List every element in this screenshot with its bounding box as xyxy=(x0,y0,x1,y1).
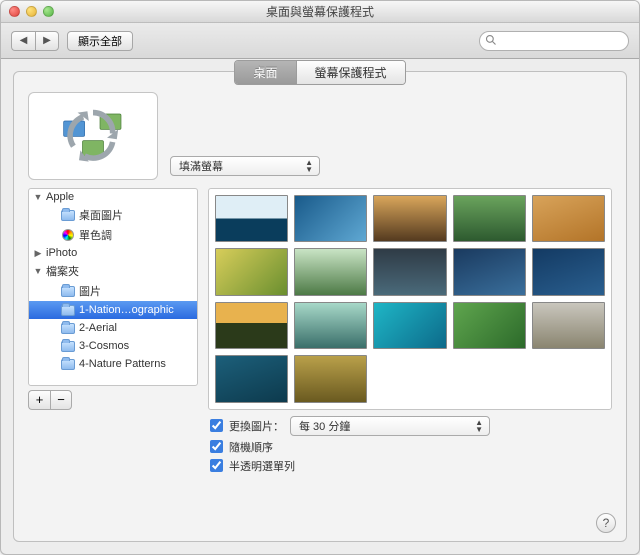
remove-folder-button[interactable]: − xyxy=(50,390,72,410)
translucent-menubar-label: 半透明選單列 xyxy=(229,458,295,474)
forward-button[interactable]: ▶ xyxy=(35,31,59,51)
wallpaper-thumbnail[interactable] xyxy=(215,195,288,242)
tree-item[interactable]: 4-Nature Patterns xyxy=(29,355,197,373)
tree-group[interactable]: ▼檔案夾 xyxy=(29,261,197,281)
tree-item[interactable]: 2-Aerial xyxy=(29,319,197,337)
tree-item-label: 3-Cosmos xyxy=(79,340,129,352)
tree-group-label: 檔案夾 xyxy=(46,263,79,279)
random-order-label: 隨機順序 xyxy=(229,439,273,455)
change-picture-label: 更換圖片： xyxy=(229,418,284,434)
disclosure-triangle-icon: ▼ xyxy=(33,192,43,202)
search-input[interactable] xyxy=(479,31,629,51)
change-desktop-icon xyxy=(58,105,128,168)
wallpaper-thumbnail[interactable] xyxy=(373,302,446,349)
folder-icon xyxy=(60,208,76,222)
disclosure-triangle-icon: ▶ xyxy=(33,248,43,259)
titlebar: 桌面與螢幕保護程式 xyxy=(1,1,639,23)
tab-box: 桌面 螢幕保護程式 xyxy=(13,71,627,542)
wallpaper-thumbnail[interactable] xyxy=(294,302,367,349)
upper-area: 填滿螢幕 ▲▼ xyxy=(14,72,626,188)
search-icon xyxy=(485,34,497,49)
folder-icon xyxy=(60,357,76,371)
fit-select-value: 填滿螢幕 xyxy=(179,158,223,174)
folder-icon xyxy=(60,284,76,298)
tree-item-label: 桌面圖片 xyxy=(79,207,123,223)
bottom-options: 更換圖片： 每 30 分鐘 ▲▼ 隨機順序 半透明選單列 xyxy=(14,410,626,487)
fit-select[interactable]: 填滿螢幕 ▲▼ xyxy=(170,156,320,176)
wallpaper-thumbnail[interactable] xyxy=(453,195,526,242)
body: 桌面 螢幕保護程式 xyxy=(1,59,639,554)
prefs-window: 桌面與螢幕保護程式 ◀ ▶ 顯示全部 桌面 螢幕保護程式 xyxy=(0,0,640,555)
wallpaper-thumbnail[interactable] xyxy=(532,302,605,349)
folder-icon xyxy=(60,303,76,317)
wallpaper-thumbnail[interactable] xyxy=(532,248,605,295)
tree-group[interactable]: ▼Apple xyxy=(29,189,197,205)
source-tree[interactable]: ▼Apple桌面圖片單色調▶iPhoto▼檔案夾圖片1-Nation…ograp… xyxy=(28,188,198,386)
tree-item[interactable]: 單色調 xyxy=(29,225,197,245)
tab-screensaver[interactable]: 螢幕保護程式 xyxy=(296,61,405,84)
tree-group[interactable]: ▶iPhoto xyxy=(29,245,197,261)
wallpaper-thumbnail[interactable] xyxy=(294,355,367,402)
tree-item-label: 1-Nation…ographic xyxy=(79,304,174,316)
desktop-preview xyxy=(28,92,158,180)
select-arrows-icon: ▲▼ xyxy=(475,419,483,433)
toolbar: ◀ ▶ 顯示全部 xyxy=(1,23,639,59)
wallpaper-thumbnail[interactable] xyxy=(215,248,288,295)
tree-item-label: 圖片 xyxy=(79,283,101,299)
show-all-button[interactable]: 顯示全部 xyxy=(67,31,133,51)
help-button[interactable]: ? xyxy=(596,513,616,533)
wallpaper-thumbnail[interactable] xyxy=(294,248,367,295)
nav-buttons: ◀ ▶ xyxy=(11,31,59,51)
wallpaper-thumbnail[interactable] xyxy=(215,355,288,402)
wallpaper-thumbnail[interactable] xyxy=(453,302,526,349)
change-interval-select[interactable]: 每 30 分鐘 ▲▼ xyxy=(290,416,490,436)
add-remove: + − xyxy=(28,390,198,410)
color-wheel-icon xyxy=(60,228,76,242)
search-field-wrap xyxy=(479,31,629,51)
back-button[interactable]: ◀ xyxy=(11,31,35,51)
folder-icon xyxy=(60,321,76,335)
change-interval-value: 每 30 分鐘 xyxy=(299,418,350,434)
tree-item-label: 單色調 xyxy=(79,227,112,243)
wallpaper-thumbnail[interactable] xyxy=(453,248,526,295)
wallpaper-thumbnail[interactable] xyxy=(373,195,446,242)
wallpaper-thumbnail[interactable] xyxy=(373,248,446,295)
folder-icon xyxy=(60,339,76,353)
tree-group-label: iPhoto xyxy=(46,247,77,259)
middle-area: ▼Apple桌面圖片單色調▶iPhoto▼檔案夾圖片1-Nation…ograp… xyxy=(14,188,626,410)
tree-group-label: Apple xyxy=(46,191,74,203)
tab-desktop[interactable]: 桌面 xyxy=(235,61,295,84)
tree-item-label: 2-Aerial xyxy=(79,322,117,334)
wallpaper-thumbnail[interactable] xyxy=(532,195,605,242)
tab-strip: 桌面 螢幕保護程式 xyxy=(14,60,626,85)
thumbnail-grid[interactable] xyxy=(215,195,605,403)
disclosure-triangle-icon: ▼ xyxy=(33,266,43,276)
change-picture-checkbox[interactable] xyxy=(210,419,223,432)
tree-item-label: 4-Nature Patterns xyxy=(79,358,166,370)
tree-item[interactable]: 圖片 xyxy=(29,281,197,301)
select-arrows-icon: ▲▼ xyxy=(305,159,313,173)
translucent-menubar-checkbox[interactable] xyxy=(210,459,223,472)
sidebar: ▼Apple桌面圖片單色調▶iPhoto▼檔案夾圖片1-Nation…ograp… xyxy=(28,188,198,410)
thumbnail-grid-wrap xyxy=(208,188,612,410)
add-folder-button[interactable]: + xyxy=(28,390,50,410)
tree-item[interactable]: 1-Nation…ographic xyxy=(29,301,197,319)
wallpaper-thumbnail[interactable] xyxy=(294,195,367,242)
tree-item[interactable]: 桌面圖片 xyxy=(29,205,197,225)
window-title: 桌面與螢幕保護程式 xyxy=(1,3,639,20)
random-order-checkbox[interactable] xyxy=(210,440,223,453)
wallpaper-thumbnail[interactable] xyxy=(215,302,288,349)
tree-item[interactable]: 3-Cosmos xyxy=(29,337,197,355)
